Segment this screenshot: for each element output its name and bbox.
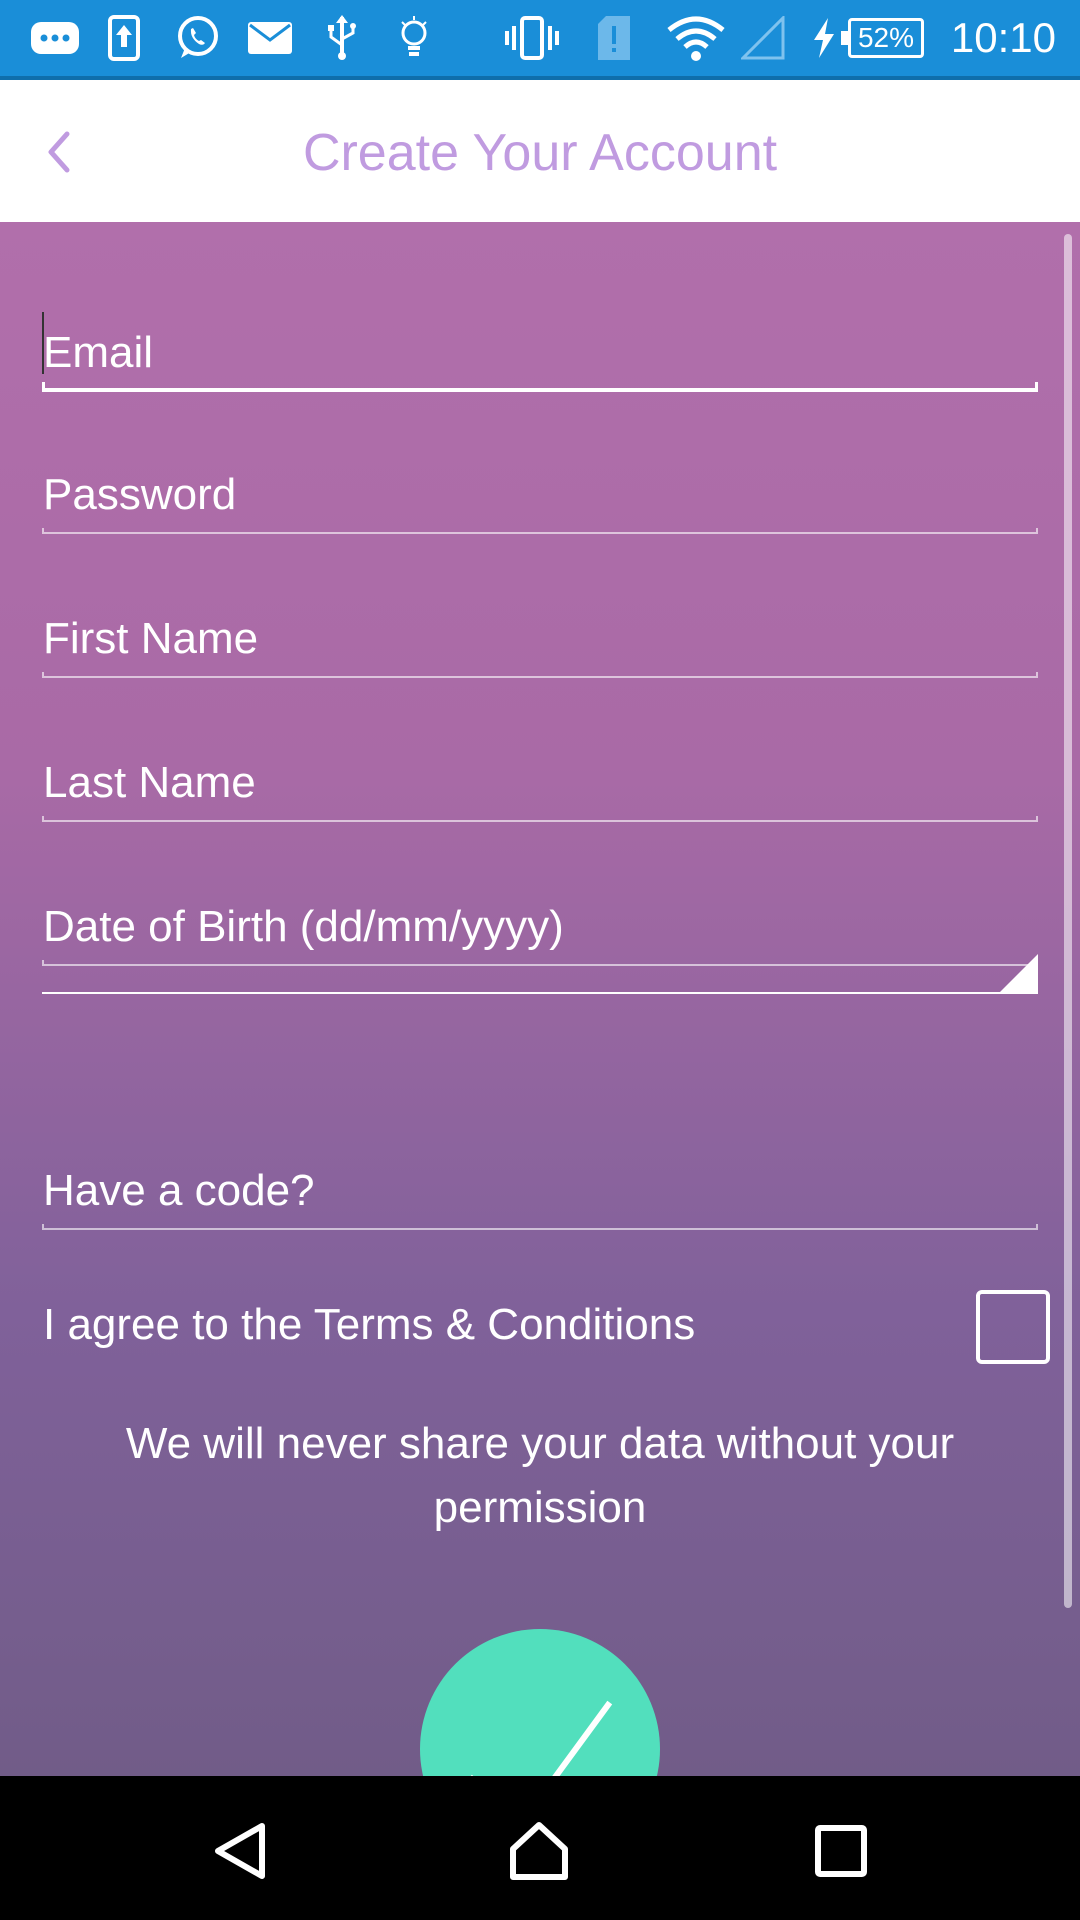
first-name-underline <box>42 672 1038 678</box>
first-name-placeholder: First Name <box>43 614 259 663</box>
nav-recents-button[interactable] <box>796 1806 886 1896</box>
promo-code-underline <box>42 1224 1038 1230</box>
password-placeholder: Password <box>43 470 237 519</box>
cell-signal-icon <box>740 14 786 62</box>
terms-checkbox[interactable] <box>976 1290 1050 1364</box>
lightbulb-icon <box>396 14 432 62</box>
back-triangle-icon <box>215 1823 265 1879</box>
last-name-field[interactable]: Last Name <box>42 732 1038 822</box>
signup-form: Email Password First Name Last Name Date… <box>0 222 1080 1776</box>
first-name-field[interactable]: First Name <box>42 588 1038 678</box>
battery-indicator: 52% <box>841 18 924 58</box>
checkmark-icon <box>470 1700 613 1776</box>
scrollbar[interactable] <box>1064 234 1072 1608</box>
usb-icon <box>322 14 362 62</box>
last-name-placeholder: Last Name <box>43 758 256 807</box>
nav-home-button[interactable] <box>494 1806 584 1896</box>
sim-alert-icon <box>594 14 634 62</box>
promo-code-placeholder: Have a code? <box>43 1166 315 1215</box>
last-name-underline <box>42 816 1038 822</box>
submit-button[interactable] <box>420 1629 660 1776</box>
navigation-bar <box>0 1776 1080 1920</box>
dropdown-underline <box>42 992 1038 994</box>
terms-label: I agree to the Terms & Conditions <box>43 1300 696 1349</box>
terms-row: I agree to the Terms & Conditions <box>42 1290 1050 1366</box>
vibrate-icon <box>502 14 562 62</box>
dropdown-arrow-icon <box>1000 954 1038 992</box>
privacy-note: We will never share your data without yo… <box>125 1419 955 1532</box>
recents-icon <box>815 1825 867 1877</box>
whatsapp-icon <box>170 14 224 62</box>
status-bar: 52% 10:10 <box>0 0 1080 80</box>
status-clock: 10:10 <box>950 14 1056 61</box>
home-icon <box>510 1822 568 1880</box>
mail-icon <box>246 14 294 62</box>
nav-back-button[interactable] <box>196 1806 286 1896</box>
email-placeholder: Email <box>43 328 154 377</box>
upload-icon <box>106 14 142 62</box>
wifi-icon <box>664 14 728 62</box>
email-underline <box>42 382 1038 392</box>
chat-bubble-icon <box>28 14 82 62</box>
dropdown-select[interactable] <box>42 908 1038 994</box>
password-underline <box>42 528 1038 534</box>
password-field[interactable]: Password <box>42 444 1038 534</box>
page-title: Create Your Account <box>302 124 778 182</box>
email-field[interactable]: Email <box>42 302 1038 392</box>
app-header: Create Your Account <box>0 80 1080 222</box>
charging-icon <box>810 14 838 62</box>
promo-code-field[interactable]: Have a code? <box>42 1140 1038 1230</box>
